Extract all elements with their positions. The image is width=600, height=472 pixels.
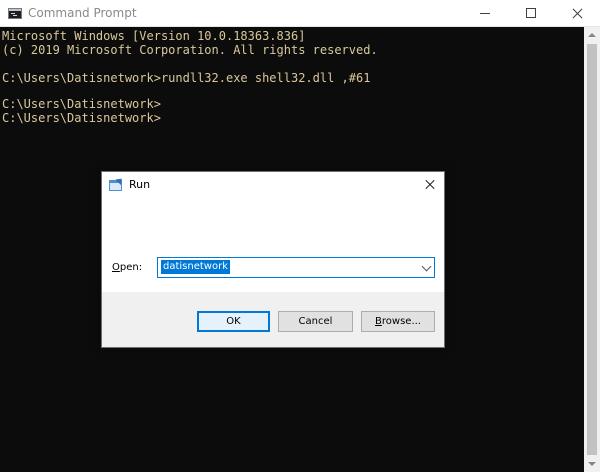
browse-button[interactable]: Browse... [361, 311, 435, 332]
chevron-down-icon[interactable] [421, 261, 432, 272]
scroll-up-icon[interactable] [588, 33, 596, 37]
close-icon [424, 178, 436, 190]
run-dialog-footer: OK Cancel Browse... [102, 292, 444, 347]
cmd-icon [8, 8, 22, 19]
maximize-icon [526, 8, 536, 18]
scroll-down-icon[interactable] [588, 462, 596, 466]
console-line: (c) 2019 Microsoft Corporation. All righ… [2, 43, 378, 57]
console-line: C:\Users\Datisnetwork>rundll32.exe shell… [2, 71, 371, 85]
maximize-button[interactable] [508, 0, 554, 26]
cmd-titlebar[interactable]: Command Prompt [0, 0, 600, 27]
minimize-button[interactable] [462, 0, 508, 26]
console-line: C:\Users\Datisnetwork> [2, 97, 161, 111]
run-dialog: Run Open: datisnetwork OK Cancel Browse.… [101, 171, 445, 348]
cmd-window-title: Command Prompt [28, 6, 137, 20]
minimize-icon [480, 13, 490, 14]
console-line: C:\Users\Datisnetwork> [2, 111, 161, 125]
open-label: Open: [112, 262, 143, 273]
ok-button[interactable]: OK [197, 311, 270, 332]
vertical-scrollbar[interactable] [584, 27, 600, 472]
run-icon [109, 175, 125, 191]
run-close-button[interactable] [416, 172, 444, 198]
cancel-button[interactable]: Cancel [278, 311, 353, 332]
run-dialog-title: Run [129, 178, 151, 191]
desktop-screen: Command Prompt Microsoft Windows [Versio… [0, 0, 600, 472]
run-titlebar[interactable]: Run [102, 172, 444, 198]
close-icon [571, 7, 584, 20]
open-combobox[interactable]: datisnetwork [157, 257, 435, 278]
console-line: Microsoft Windows [Version 10.0.18363.83… [2, 29, 306, 43]
close-button[interactable] [554, 0, 600, 26]
open-input[interactable]: datisnetwork [161, 260, 230, 274]
scroll-thumb[interactable] [587, 44, 597, 455]
